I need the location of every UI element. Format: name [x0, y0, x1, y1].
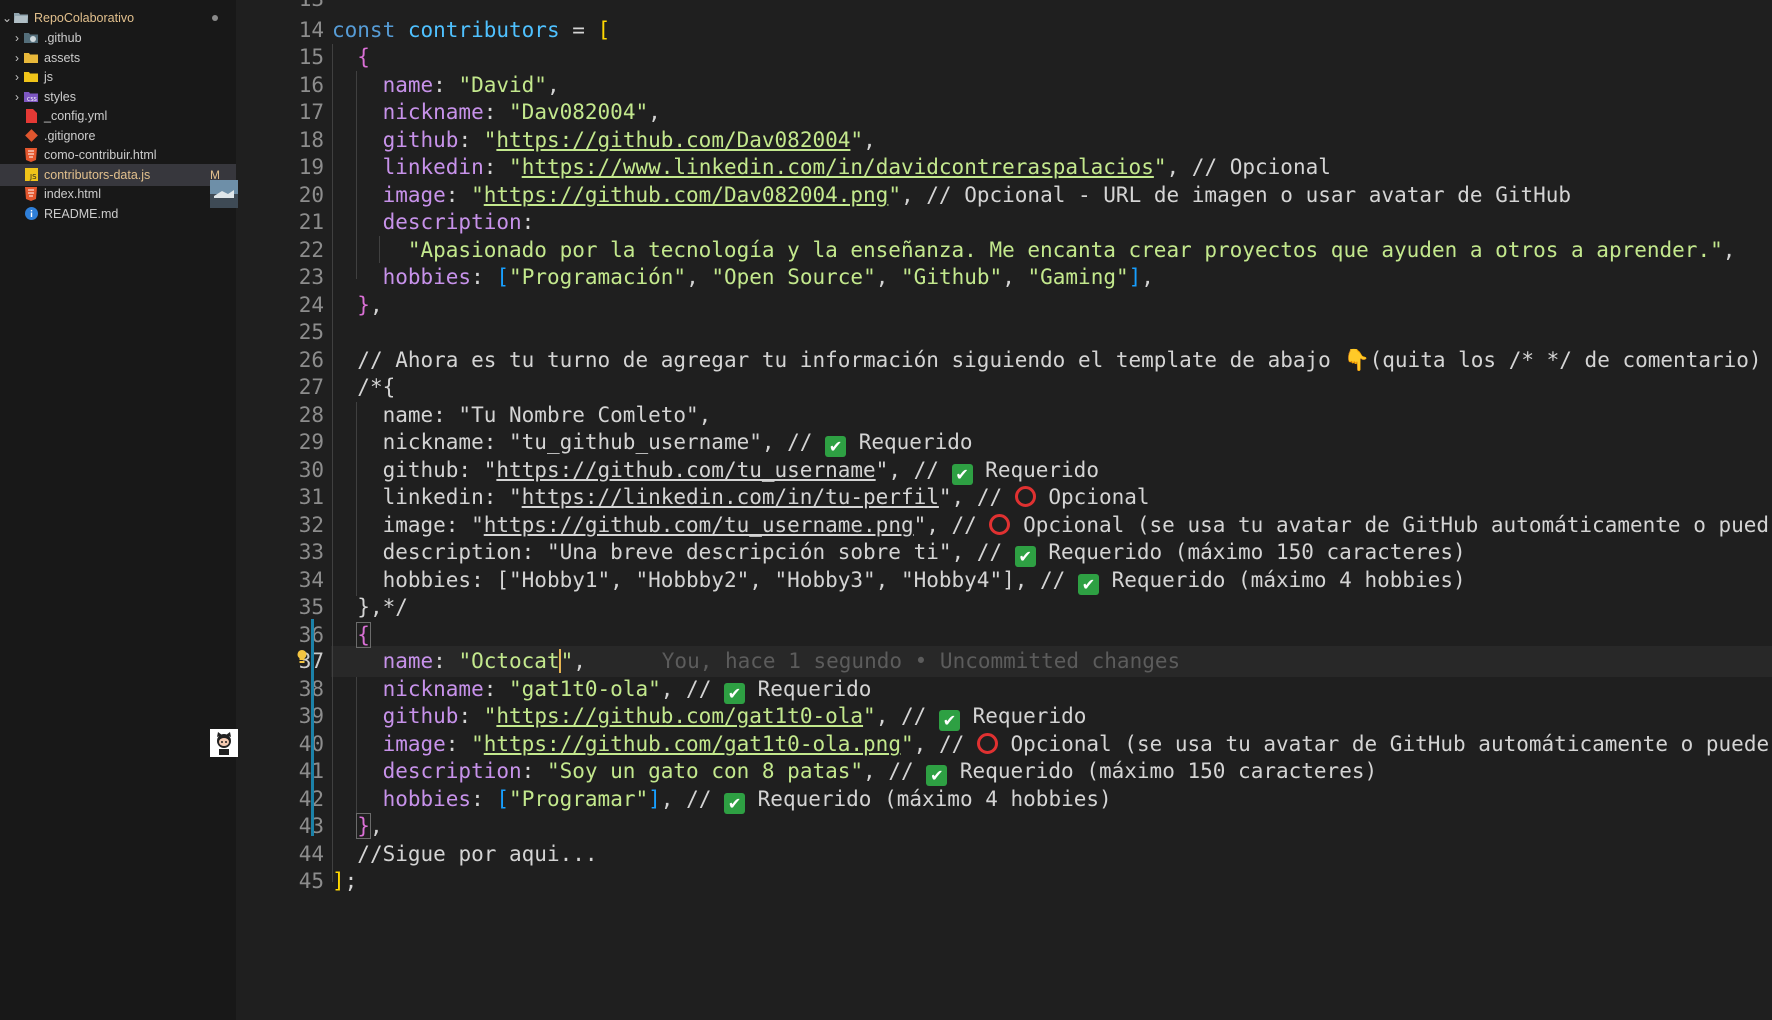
- code-link[interactable]: https://github.com/Dav082004: [496, 128, 850, 152]
- folder-open-icon: [14, 11, 28, 25]
- code-line-21: description:: [382, 210, 535, 234]
- code-line-26: // Ahora es tu turno de agregar tu infor…: [357, 348, 1762, 372]
- modified-dot-icon: [212, 15, 218, 21]
- explorer-sidebar: ⌄ RepoColaborativo › .github › assets › js › CS…: [0, 0, 236, 1020]
- line-number[interactable]: 33: [254, 537, 324, 568]
- svg-text:CSS: CSS: [27, 97, 37, 103]
- root-folder-label: RepoColaborativo: [34, 11, 135, 25]
- github-folder-icon: [24, 31, 38, 45]
- code-line-37: name: "Octocat", You, hace 1 segundo • U…: [382, 649, 1181, 673]
- code-line-15: {: [357, 45, 370, 69]
- check-mark-icon: ✔: [938, 710, 960, 731]
- uncommitted-changes-bar[interactable]: [311, 619, 314, 836]
- lightbulb-icon[interactable]: [296, 649, 308, 665]
- line-number[interactable]: 29: [254, 427, 324, 458]
- code-line-31: linkedin: "https://linkedin.com/in/tu-pe…: [382, 485, 1150, 509]
- code-line-29: nickname: "tu_github_username", // ✔ Req…: [382, 430, 973, 457]
- sidebar-item-label: _config.yml: [44, 109, 108, 123]
- chevron-down-icon: ⌄: [1, 11, 13, 25]
- code-line-23: hobbies: ["Programación", "Open Source",…: [382, 265, 1154, 289]
- line-number[interactable]: 31: [254, 482, 324, 513]
- check-mark-icon: ✔: [926, 765, 948, 786]
- css-folder-icon: CSS: [24, 90, 38, 104]
- hollow-red-circle-icon: [976, 733, 998, 754]
- folder-icon: [24, 51, 38, 65]
- code-link[interactable]: https://github.com/gat1t0-ola: [496, 704, 863, 728]
- chevron-right-icon: ›: [15, 31, 19, 45]
- html-file-icon: [24, 148, 38, 162]
- check-mark-icon: ✔: [724, 793, 746, 814]
- author-avatar-image: [210, 180, 238, 208]
- code-line-27: /*{: [357, 375, 396, 399]
- chevron-right-icon: ›: [15, 70, 19, 84]
- line-number[interactable]: 21: [254, 207, 324, 238]
- code-editor[interactable]: 1314151617181920212223242526272829303132…: [236, 0, 1772, 1020]
- line-number[interactable]: 45: [254, 866, 324, 897]
- code-line-45: ];: [332, 869, 358, 893]
- code-line-35: },*/: [357, 595, 408, 619]
- check-mark-icon: ✔: [1014, 546, 1036, 567]
- line-number[interactable]: 25: [254, 317, 324, 348]
- js-folder-icon: [24, 70, 38, 84]
- line-number[interactable]: 23: [254, 262, 324, 293]
- code-line-14: const contributors = [: [332, 18, 611, 42]
- sidebar-item-label: README.md: [44, 206, 119, 221]
- code-line-17: nickname: "Dav082004",: [382, 100, 661, 124]
- git-file-icon: [24, 129, 38, 143]
- sidebar-item-label: js: [44, 70, 54, 84]
- sidebar-item-label: contributors-data.js: [44, 167, 151, 182]
- line-number[interactable]: 27: [254, 372, 324, 403]
- sidebar-item-label: .gitignore: [44, 128, 96, 143]
- code-line-24: },: [357, 293, 383, 317]
- explorer-root-folder[interactable]: ⌄ RepoColaborativo: [0, 7, 236, 29]
- svg-text:JS: JS: [29, 173, 37, 181]
- line-number[interactable]: 17: [254, 97, 324, 128]
- sidebar-item-readme-md[interactable]: README.md: [0, 203, 236, 225]
- octocat-avatar-icon: [210, 729, 238, 757]
- html-file-icon: [24, 187, 38, 201]
- code-line-42: hobbies: ["Programar"], // ✔ Requerido (…: [382, 787, 1112, 814]
- check-mark-icon: ✔: [1077, 574, 1099, 595]
- info-file-icon: [24, 207, 38, 221]
- line-number[interactable]: 13: [254, 0, 324, 15]
- code-link[interactable]: https://www.linkedin.com/in/davidcontrer…: [522, 155, 1154, 179]
- pointing-down-emoji: 👇: [1343, 348, 1370, 372]
- code-line-41: description: "Soy un gato con 8 patas", …: [382, 759, 1378, 786]
- sidebar-item-label: assets: [44, 50, 81, 65]
- explorer-header: [0, 0, 236, 4]
- hollow-red-circle-icon: [1014, 486, 1036, 507]
- code-line-39: github: "https://github.com/gat1t0-ola",…: [382, 704, 1087, 731]
- chevron-right-icon: ›: [15, 89, 19, 104]
- sidebar-item-label: styles: [44, 89, 76, 104]
- code-line-43: },: [356, 813, 383, 839]
- sidebar-item-label: index.html: [44, 187, 101, 201]
- chevron-right-icon: ›: [15, 50, 19, 65]
- yaml-file-icon: [24, 109, 38, 123]
- code-line-34: hobbies: ["Hobby1", "Hobbby2", "Hobby3",…: [382, 568, 1466, 595]
- line-number[interactable]: 15: [254, 42, 324, 73]
- code-line-19: linkedin: "https://www.linkedin.com/in/d…: [382, 155, 1331, 179]
- code-link[interactable]: https://github.com/Dav082004.png: [484, 183, 889, 207]
- git-blame-hint[interactable]: You, hace 1 segundo • Uncommitted change…: [662, 649, 1180, 673]
- sidebar-item-label: como-contribuir.html: [44, 148, 157, 162]
- code-link[interactable]: https://github.com/gat1t0-ola.png: [484, 732, 901, 756]
- js-file-icon: JS: [24, 168, 38, 182]
- line-number[interactable]: 19: [254, 152, 324, 183]
- code-line-44: //Sigue por aqui...: [357, 842, 598, 866]
- check-mark-icon: ✔: [825, 436, 847, 457]
- code-line-33: description: "Una breve descripción sobr…: [382, 540, 1466, 567]
- sidebar-item-label: .github: [44, 31, 82, 45]
- hollow-red-circle-icon: [989, 514, 1011, 535]
